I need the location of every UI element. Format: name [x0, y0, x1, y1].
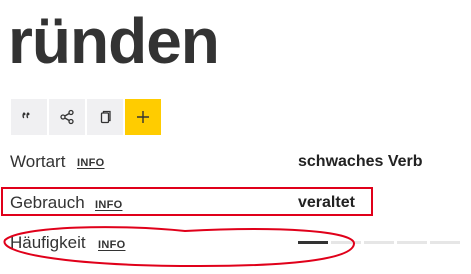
wortart-label: Wortart: [10, 152, 66, 171]
toolbar: [11, 99, 161, 135]
wortart-value: schwaches Verb: [298, 153, 423, 170]
frequency-bar: [397, 241, 427, 244]
headword: ründen: [8, 5, 220, 77]
highlight-rectangle: [1, 187, 373, 216]
cite-button[interactable]: [11, 99, 47, 135]
frequency-bar: [364, 241, 394, 244]
wortart-row: Wortart INFO schwaches Verb: [0, 150, 471, 180]
copy-button[interactable]: [87, 99, 123, 135]
quote-icon: [21, 109, 37, 125]
share-icon: [59, 109, 75, 125]
wortart-info-link[interactable]: INFO: [77, 157, 104, 169]
frequency-bar: [331, 241, 361, 244]
copy-icon: [97, 109, 113, 125]
frequency-bar: [430, 241, 460, 244]
add-to-list-button[interactable]: [125, 99, 161, 135]
plus-icon: [135, 109, 151, 125]
haeufigkeit-label: Häufigkeit: [10, 233, 86, 252]
haeufigkeit-info-link[interactable]: INFO: [98, 239, 125, 251]
haeufigkeit-row: Häufigkeit INFO: [0, 230, 471, 260]
share-button[interactable]: [49, 99, 85, 135]
frequency-bar: [298, 241, 328, 244]
frequency-meter: [298, 241, 460, 244]
